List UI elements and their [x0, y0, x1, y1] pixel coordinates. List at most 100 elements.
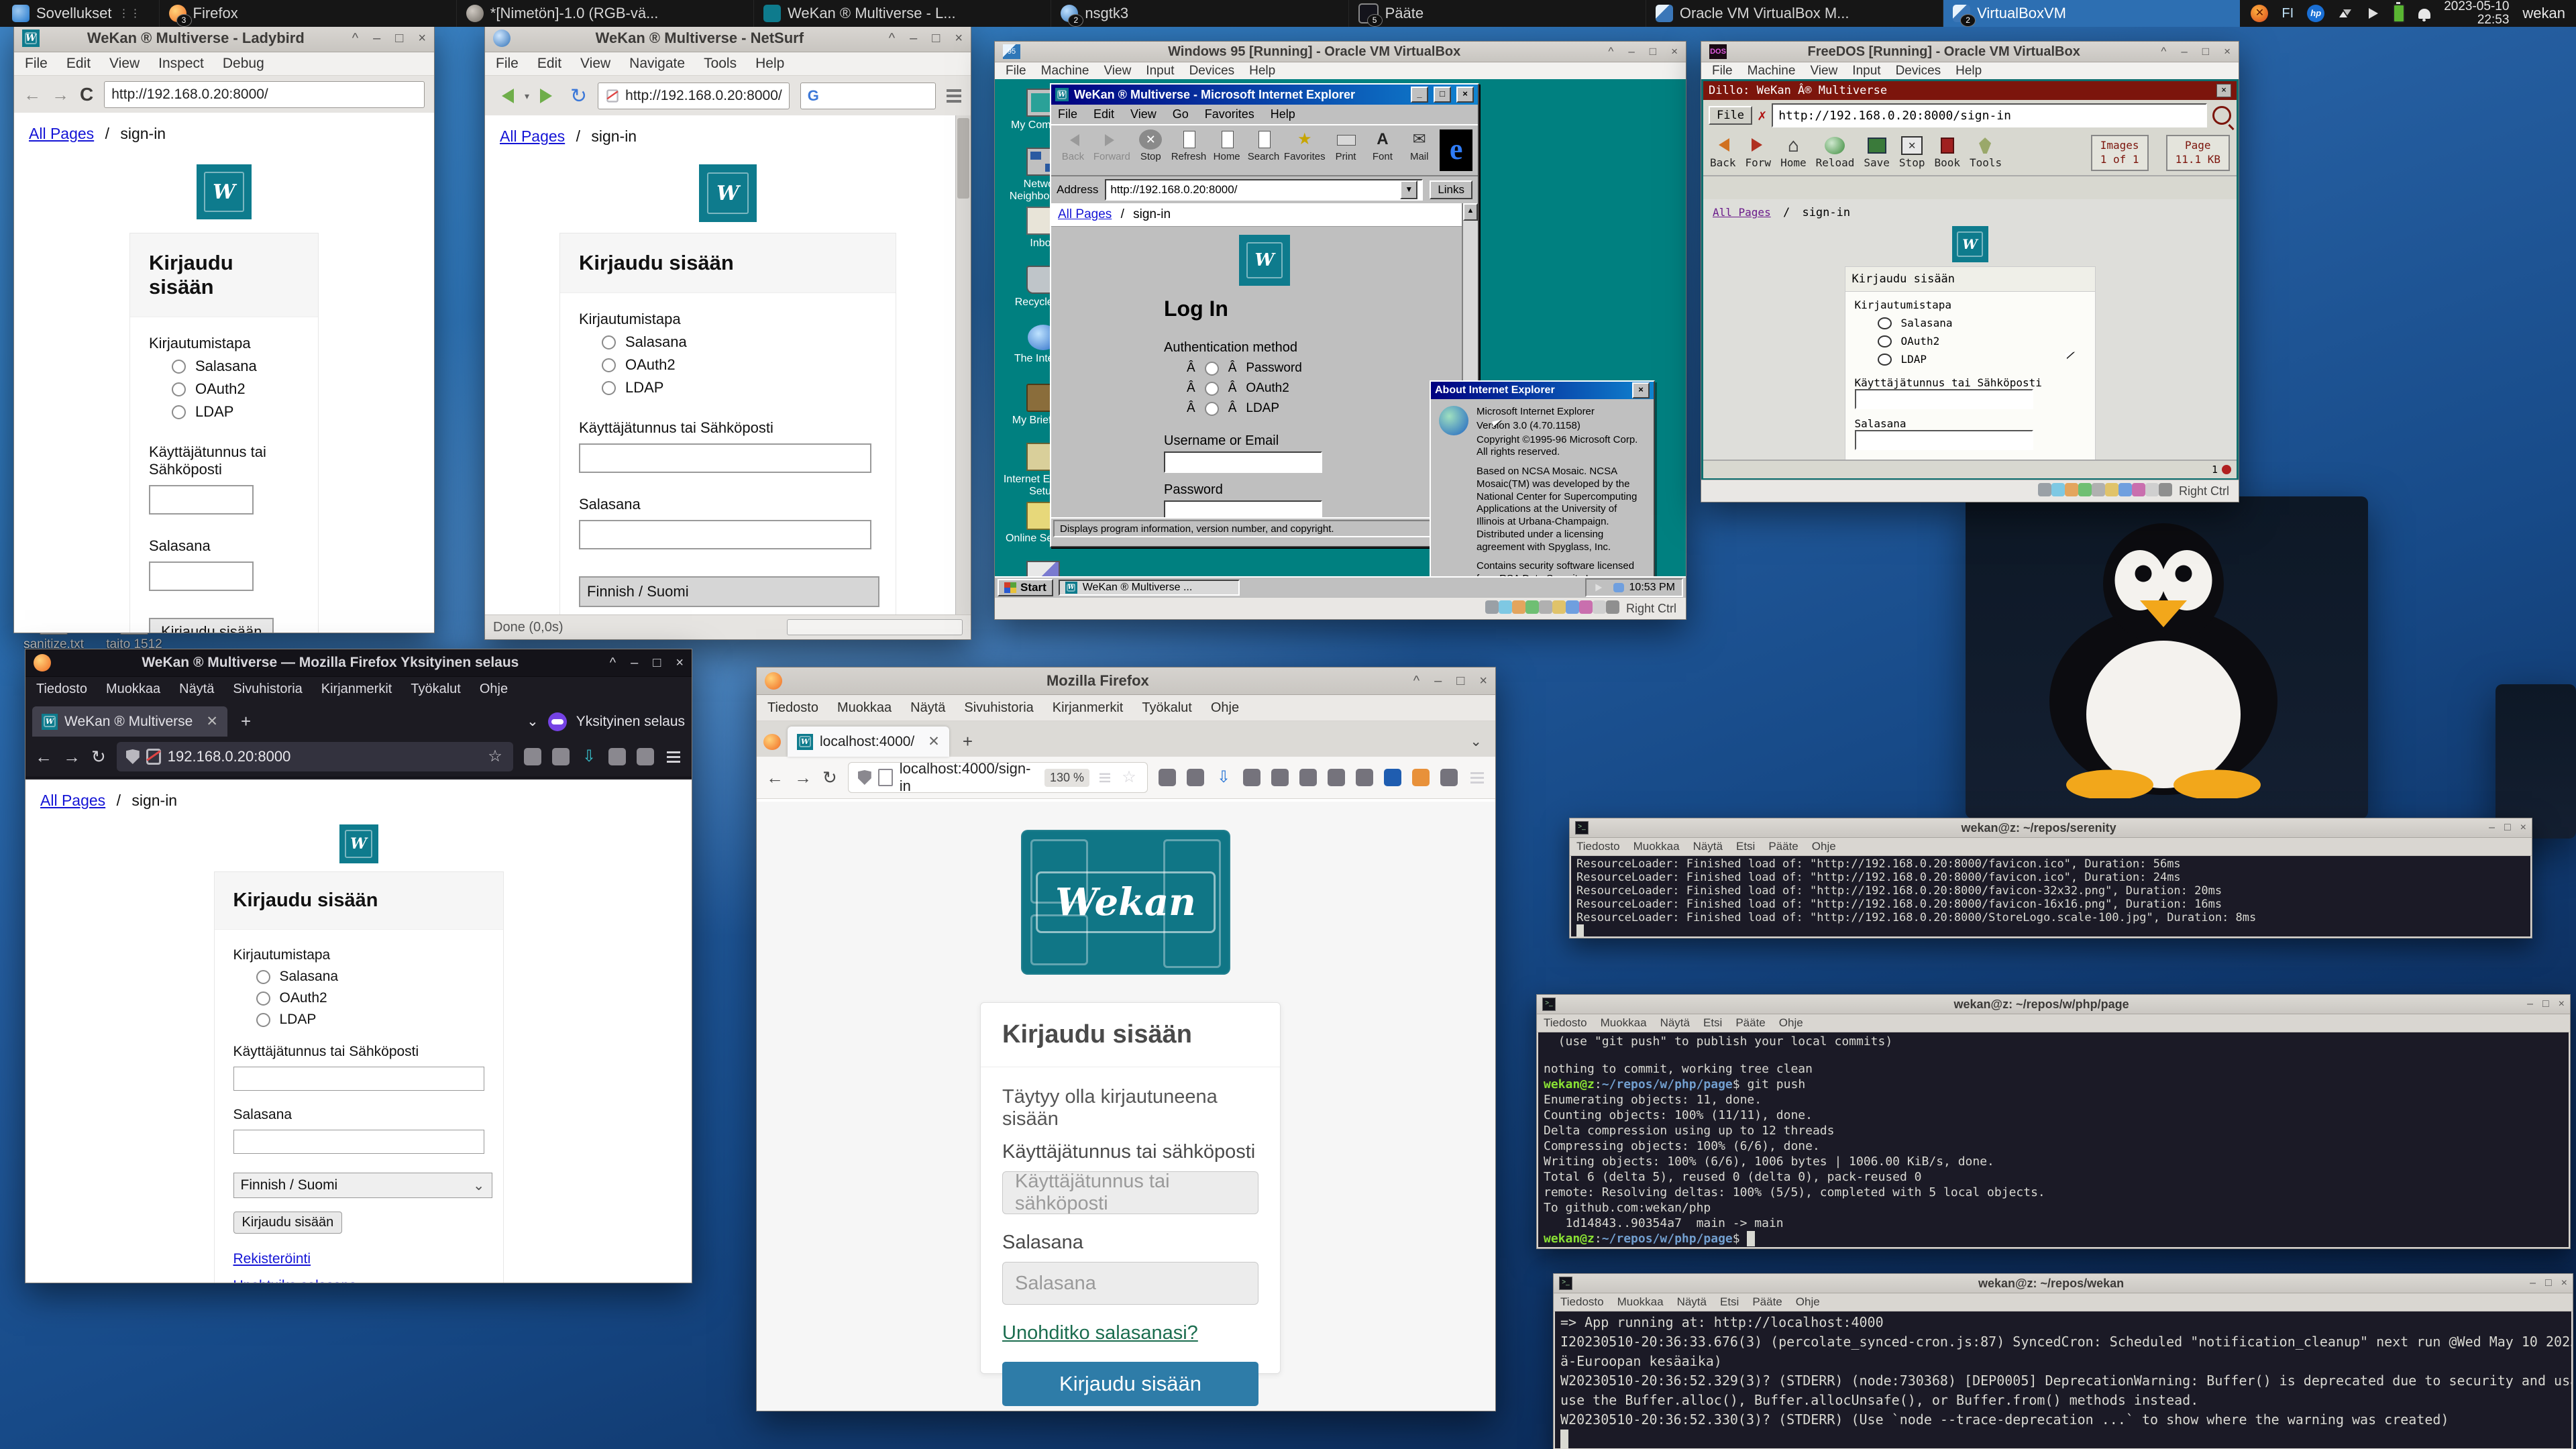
close-button[interactable]: × [418, 31, 426, 46]
radio-option[interactable]: LDAP [1878, 353, 2086, 366]
dillo-home-button[interactable]: Home [1780, 135, 1807, 169]
ie-toolbar-forward-button[interactable]: Forward [1093, 129, 1130, 162]
ublock-icon[interactable] [1384, 769, 1401, 786]
maximize-button[interactable]: □ [2202, 45, 2209, 58]
new-tab-button[interactable]: + [234, 711, 258, 732]
dillo-forw-button[interactable]: Forw [1746, 135, 1772, 169]
url-field[interactable]: http://192.168.0.20:8000/ [598, 83, 790, 109]
menu-icon[interactable] [1468, 769, 1486, 786]
menu-item[interactable]: Ohje [480, 682, 508, 697]
forward-icon[interactable]: → [794, 767, 812, 788]
dillo-titlebar[interactable]: Dillo: WeKan Â® Multiverse × [1703, 81, 2237, 100]
new-tab-button[interactable]: + [956, 731, 979, 752]
shield-check-icon[interactable] [1187, 769, 1204, 786]
lockwise-icon[interactable] [524, 748, 541, 765]
close-button[interactable]: × [1456, 87, 1474, 103]
menu-item[interactable]: Tools [704, 56, 737, 72]
menu-item[interactable]: Devices [1896, 64, 1941, 78]
tab-wekan[interactable]: W WeKan ® Multiverse ✕ [32, 706, 227, 737]
language-select[interactable]: Finnish / Suomi [579, 576, 879, 607]
reload-icon[interactable]: ↻ [91, 747, 106, 767]
menu-item[interactable]: Sivuhistoria [964, 700, 1033, 716]
shade-button[interactable]: ^ [1413, 674, 1419, 689]
radio-option[interactable]: LDAP [172, 403, 299, 421]
ie-toolbar-back-button[interactable]: Back [1057, 129, 1089, 162]
menu-item[interactable]: File [1058, 107, 1077, 121]
hdd-icon[interactable] [1485, 600, 1499, 614]
menu-item[interactable]: Inspect [158, 56, 204, 72]
extension-s-icon[interactable] [608, 748, 626, 765]
hdd-icon[interactable] [2038, 483, 2051, 496]
register-link[interactable]: Rekisteröinti [233, 1251, 484, 1267]
back-icon[interactable]: ← [23, 85, 41, 105]
dillo-back-button[interactable]: Back [1710, 135, 1736, 169]
vertical-scrollbar[interactable] [955, 115, 971, 615]
maximize-button[interactable]: □ [2545, 1277, 2552, 1289]
all-pages-link[interactable]: All Pages [29, 125, 94, 142]
minimize-button[interactable]: – [631, 655, 638, 671]
reload-icon[interactable]: C [80, 84, 93, 105]
all-pages-link[interactable]: All Pages [500, 127, 565, 145]
terminal-output[interactable]: ResourceLoader: Finished load of: "http:… [1571, 856, 2530, 936]
username-input[interactable]: Käyttäjätunnus tai sähköposti [1002, 1171, 1258, 1214]
display-icon[interactable] [1566, 600, 1579, 614]
reader-icon[interactable] [1098, 771, 1112, 785]
menu-item[interactable]: Näytä [1677, 1295, 1707, 1309]
forward-icon[interactable]: → [63, 747, 80, 767]
username-input[interactable] [149, 485, 254, 515]
menu-item[interactable]: Help [1955, 64, 1982, 78]
radio-option[interactable]: OAuth2 [602, 356, 877, 374]
minimize-button[interactable]: – [2527, 998, 2533, 1010]
radio-option[interactable]: OAuth2 [256, 990, 484, 1006]
username-input[interactable] [1164, 451, 1322, 473]
shade-button[interactable]: ^ [889, 31, 895, 46]
back-icon[interactable]: ← [766, 767, 784, 788]
applications-menu[interactable]: Sovellukset ⋮⋮ [0, 0, 154, 27]
dillo-tools-button[interactable]: Tools [1970, 135, 2002, 169]
mouse-icon[interactable] [2145, 483, 2159, 496]
url-field[interactable]: localhost:4000/sign-in 130 % [848, 762, 1148, 793]
menu-item[interactable]: Ohje [1796, 1295, 1820, 1309]
usb-icon[interactable] [1539, 600, 1552, 614]
menu-item[interactable]: Machine [1041, 64, 1089, 78]
radio-option[interactable]: ÂÂPassword [1187, 361, 1478, 376]
url-field[interactable]: http://192.168.0.20:8000/ [104, 81, 425, 108]
menu-item[interactable]: Muokkaa [106, 682, 160, 697]
minimize-button[interactable]: – [910, 31, 917, 46]
display-icon[interactable] [2118, 483, 2132, 496]
menu-item[interactable]: Debug [223, 56, 264, 72]
close-button[interactable]: × [2216, 84, 2231, 97]
forgot-password-link[interactable]: Unohtuiko salasana [233, 1278, 484, 1283]
radio-option[interactable]: Salasana [1878, 317, 2086, 329]
recording-icon[interactable] [2132, 483, 2145, 496]
menu-item[interactable]: View [1810, 64, 1837, 78]
menu-item[interactable]: Ohje [1779, 1016, 1803, 1030]
shade-button[interactable]: ^ [1608, 45, 1613, 58]
menu-item[interactable]: Näytä [910, 700, 945, 716]
radio-option[interactable]: OAuth2 [1878, 335, 2086, 347]
ie-toolbar-mail-button[interactable]: Mail [1403, 129, 1436, 162]
ie-toolbar-home-button[interactable]: Home [1210, 129, 1243, 162]
cd-icon[interactable] [1499, 600, 1512, 614]
password-input[interactable] [579, 520, 871, 549]
taskbar-button[interactable]: 3Firefox [159, 0, 456, 27]
maximize-button[interactable]: □ [1434, 87, 1451, 103]
volume-icon[interactable] [1595, 584, 1605, 591]
dillo-save-button[interactable]: Save [1864, 135, 1890, 169]
shared-folder-icon[interactable] [2105, 483, 2118, 496]
menu-icon[interactable] [947, 89, 961, 92]
tab-localhost[interactable]: W localhost:4000/ ✕ [788, 727, 949, 757]
menu-item[interactable]: Tiedosto [1544, 1016, 1587, 1030]
minimize-button[interactable]: – [2489, 822, 2495, 834]
url-field[interactable]: 192.168.0.20:8000 [117, 742, 513, 771]
close-button[interactable]: × [2561, 1277, 2567, 1289]
url-field[interactable]: http://192.168.0.20:8000/sign-in [1772, 103, 2207, 127]
menu-item[interactable]: Muokkaa [1617, 1295, 1664, 1309]
multi-account-icon[interactable] [1328, 769, 1345, 786]
close-button[interactable]: × [2559, 998, 2565, 1010]
ie-titlebar[interactable]: W WeKan ® Multiverse - Microsoft Interne… [1051, 85, 1478, 105]
tab-list-icon[interactable]: ⌄ [1470, 733, 1489, 750]
minimize-button[interactable]: _ [1411, 87, 1428, 103]
vm-titlebar[interactable]: DOS FreeDOS [Running] - Oracle VM Virtua… [1701, 42, 2239, 62]
menu-item[interactable]: File [1712, 64, 1733, 78]
